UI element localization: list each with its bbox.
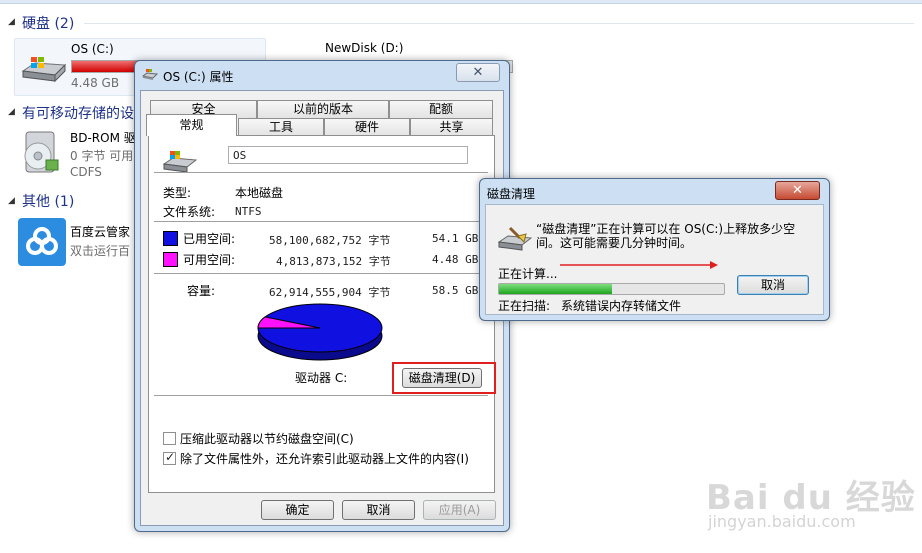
drive-name-bd[interactable]: BD-ROM 驱	[70, 129, 134, 146]
group-title-hard-disk[interactable]: 硬盘 (2)	[22, 13, 74, 33]
tab-tools[interactable]: 工具	[238, 118, 324, 136]
properties-body: 安全 以前的版本 配额 工具 硬件 共享 OS 类型: 本地磁盘 文件系统: N…	[140, 90, 504, 526]
explorer-top-border	[0, 0, 922, 4]
group-title-removable[interactable]: 有可移动存储的设	[22, 103, 134, 123]
app-name-baidu[interactable]: 百度云管家	[70, 223, 134, 240]
tab-hardware[interactable]: 硬件	[324, 118, 410, 136]
hard-drive-icon	[162, 150, 198, 174]
capacity-gb: 58.5 GB	[432, 284, 479, 297]
properties-window: OS (C:) 属性 ✕ 安全 以前的版本 配额 工具 硬件 共享 OS 类型:…	[134, 60, 510, 532]
drive-name-c: OS (C:)	[71, 42, 114, 56]
separator	[154, 221, 488, 222]
separator	[154, 273, 488, 274]
used-space-gb: 54.1 GB	[432, 232, 479, 245]
calculating-label: 正在计算...	[498, 267, 558, 281]
compress-checkbox[interactable]	[163, 432, 176, 445]
filesystem-value: NTFS	[235, 205, 262, 218]
app-desc-baidu: 双击运行百	[70, 244, 131, 258]
watermark-url: jingyan.baidu.com	[708, 512, 856, 531]
capacity-label: 容量:	[187, 284, 216, 298]
cleanup-progress-fill	[499, 284, 612, 294]
drive-title-icon	[141, 69, 159, 81]
index-checkbox[interactable]	[163, 450, 176, 465]
close-button[interactable]: ✕	[456, 63, 500, 82]
type-label: 类型:	[163, 186, 192, 200]
baidu-cloud-icon	[18, 218, 66, 266]
scanning-value: 系统错误内存转储文件	[561, 299, 682, 313]
free-space-label: 可用空间:	[183, 253, 236, 267]
hard-drive-icon	[21, 53, 67, 83]
drive-free-c: 4.48 GB	[71, 76, 120, 90]
cleanup-title: 磁盘清理	[487, 187, 536, 201]
filesystem-label: 文件系统:	[163, 205, 216, 219]
free-space-swatch	[163, 252, 178, 267]
capacity-bytes: 62,914,555,904 字节	[269, 286, 391, 299]
volume-label-input[interactable]: OS	[228, 146, 468, 164]
used-space-swatch	[163, 231, 178, 246]
close-icon: ✕	[472, 65, 484, 80]
index-label[interactable]: 除了文件属性外，还允许索引此驱动器上文件的内容(I)	[180, 450, 469, 467]
used-space-bytes: 58,100,682,752 字节	[269, 234, 391, 247]
cleanup-progress-bar	[498, 283, 725, 295]
tab-previous-versions[interactable]: 以前的版本	[257, 100, 389, 118]
disk-cleanup-icon	[497, 226, 533, 252]
drive-name-d[interactable]: NewDisk (D:)	[325, 41, 403, 55]
cancel-button[interactable]: 取消	[342, 500, 415, 520]
type-value: 本地磁盘	[235, 186, 284, 200]
disk-cleanup-button[interactable]: 磁盘清理(D)	[402, 368, 482, 388]
scanning-label: 正在扫描:	[498, 299, 551, 313]
separator	[154, 172, 488, 173]
ok-button[interactable]: 确定	[261, 500, 334, 520]
properties-title: OS (C:) 属性	[163, 70, 234, 84]
drive-letter-label: 驱动器 C:	[295, 371, 348, 385]
free-space-gb: 4.48 GB	[432, 253, 479, 266]
group-divider	[84, 23, 914, 24]
cleanup-dialog: 磁盘清理 ✕ “磁盘清理”正在计算可以在 OS(C:)上释放多少空 间。这可能需…	[479, 178, 830, 321]
apply-button[interactable]: 应用(A)	[423, 500, 496, 520]
disk-usage-pie-chart	[257, 303, 383, 361]
general-tab-content: OS 类型: 本地磁盘 文件系统: NTFS 已用空间: 58,100,682,…	[148, 135, 496, 493]
used-space-label: 已用空间:	[183, 232, 236, 246]
cleanup-message-line2: 间。这可能需要几分钟时间。	[536, 236, 693, 250]
tab-sharing[interactable]: 共享	[410, 118, 493, 136]
drive-fs-bd: CDFS	[70, 165, 102, 179]
annotation-arrow	[560, 261, 718, 269]
free-space-bytes: 4,813,873,152 字节	[276, 255, 391, 268]
drive-size-bd: 0 字节 可用	[70, 149, 134, 163]
cleanup-cancel-button[interactable]: 取消	[737, 275, 809, 295]
group-expand-icon[interactable]: ◢	[8, 196, 15, 206]
close-button[interactable]: ✕	[775, 181, 820, 200]
group-expand-icon[interactable]: ◢	[8, 17, 15, 27]
compress-label[interactable]: 压缩此驱动器以节约磁盘空间(C)	[180, 430, 354, 447]
tab-general[interactable]: 常规	[146, 114, 237, 136]
annotation-arrow-head	[710, 261, 718, 269]
separator	[154, 395, 488, 396]
group-expand-icon[interactable]: ◢	[8, 107, 15, 117]
tab-quota[interactable]: 配额	[389, 100, 493, 118]
optical-drive-icon	[18, 128, 64, 176]
group-title-other[interactable]: 其他 (1)	[22, 191, 74, 211]
close-icon: ✕	[792, 183, 803, 198]
